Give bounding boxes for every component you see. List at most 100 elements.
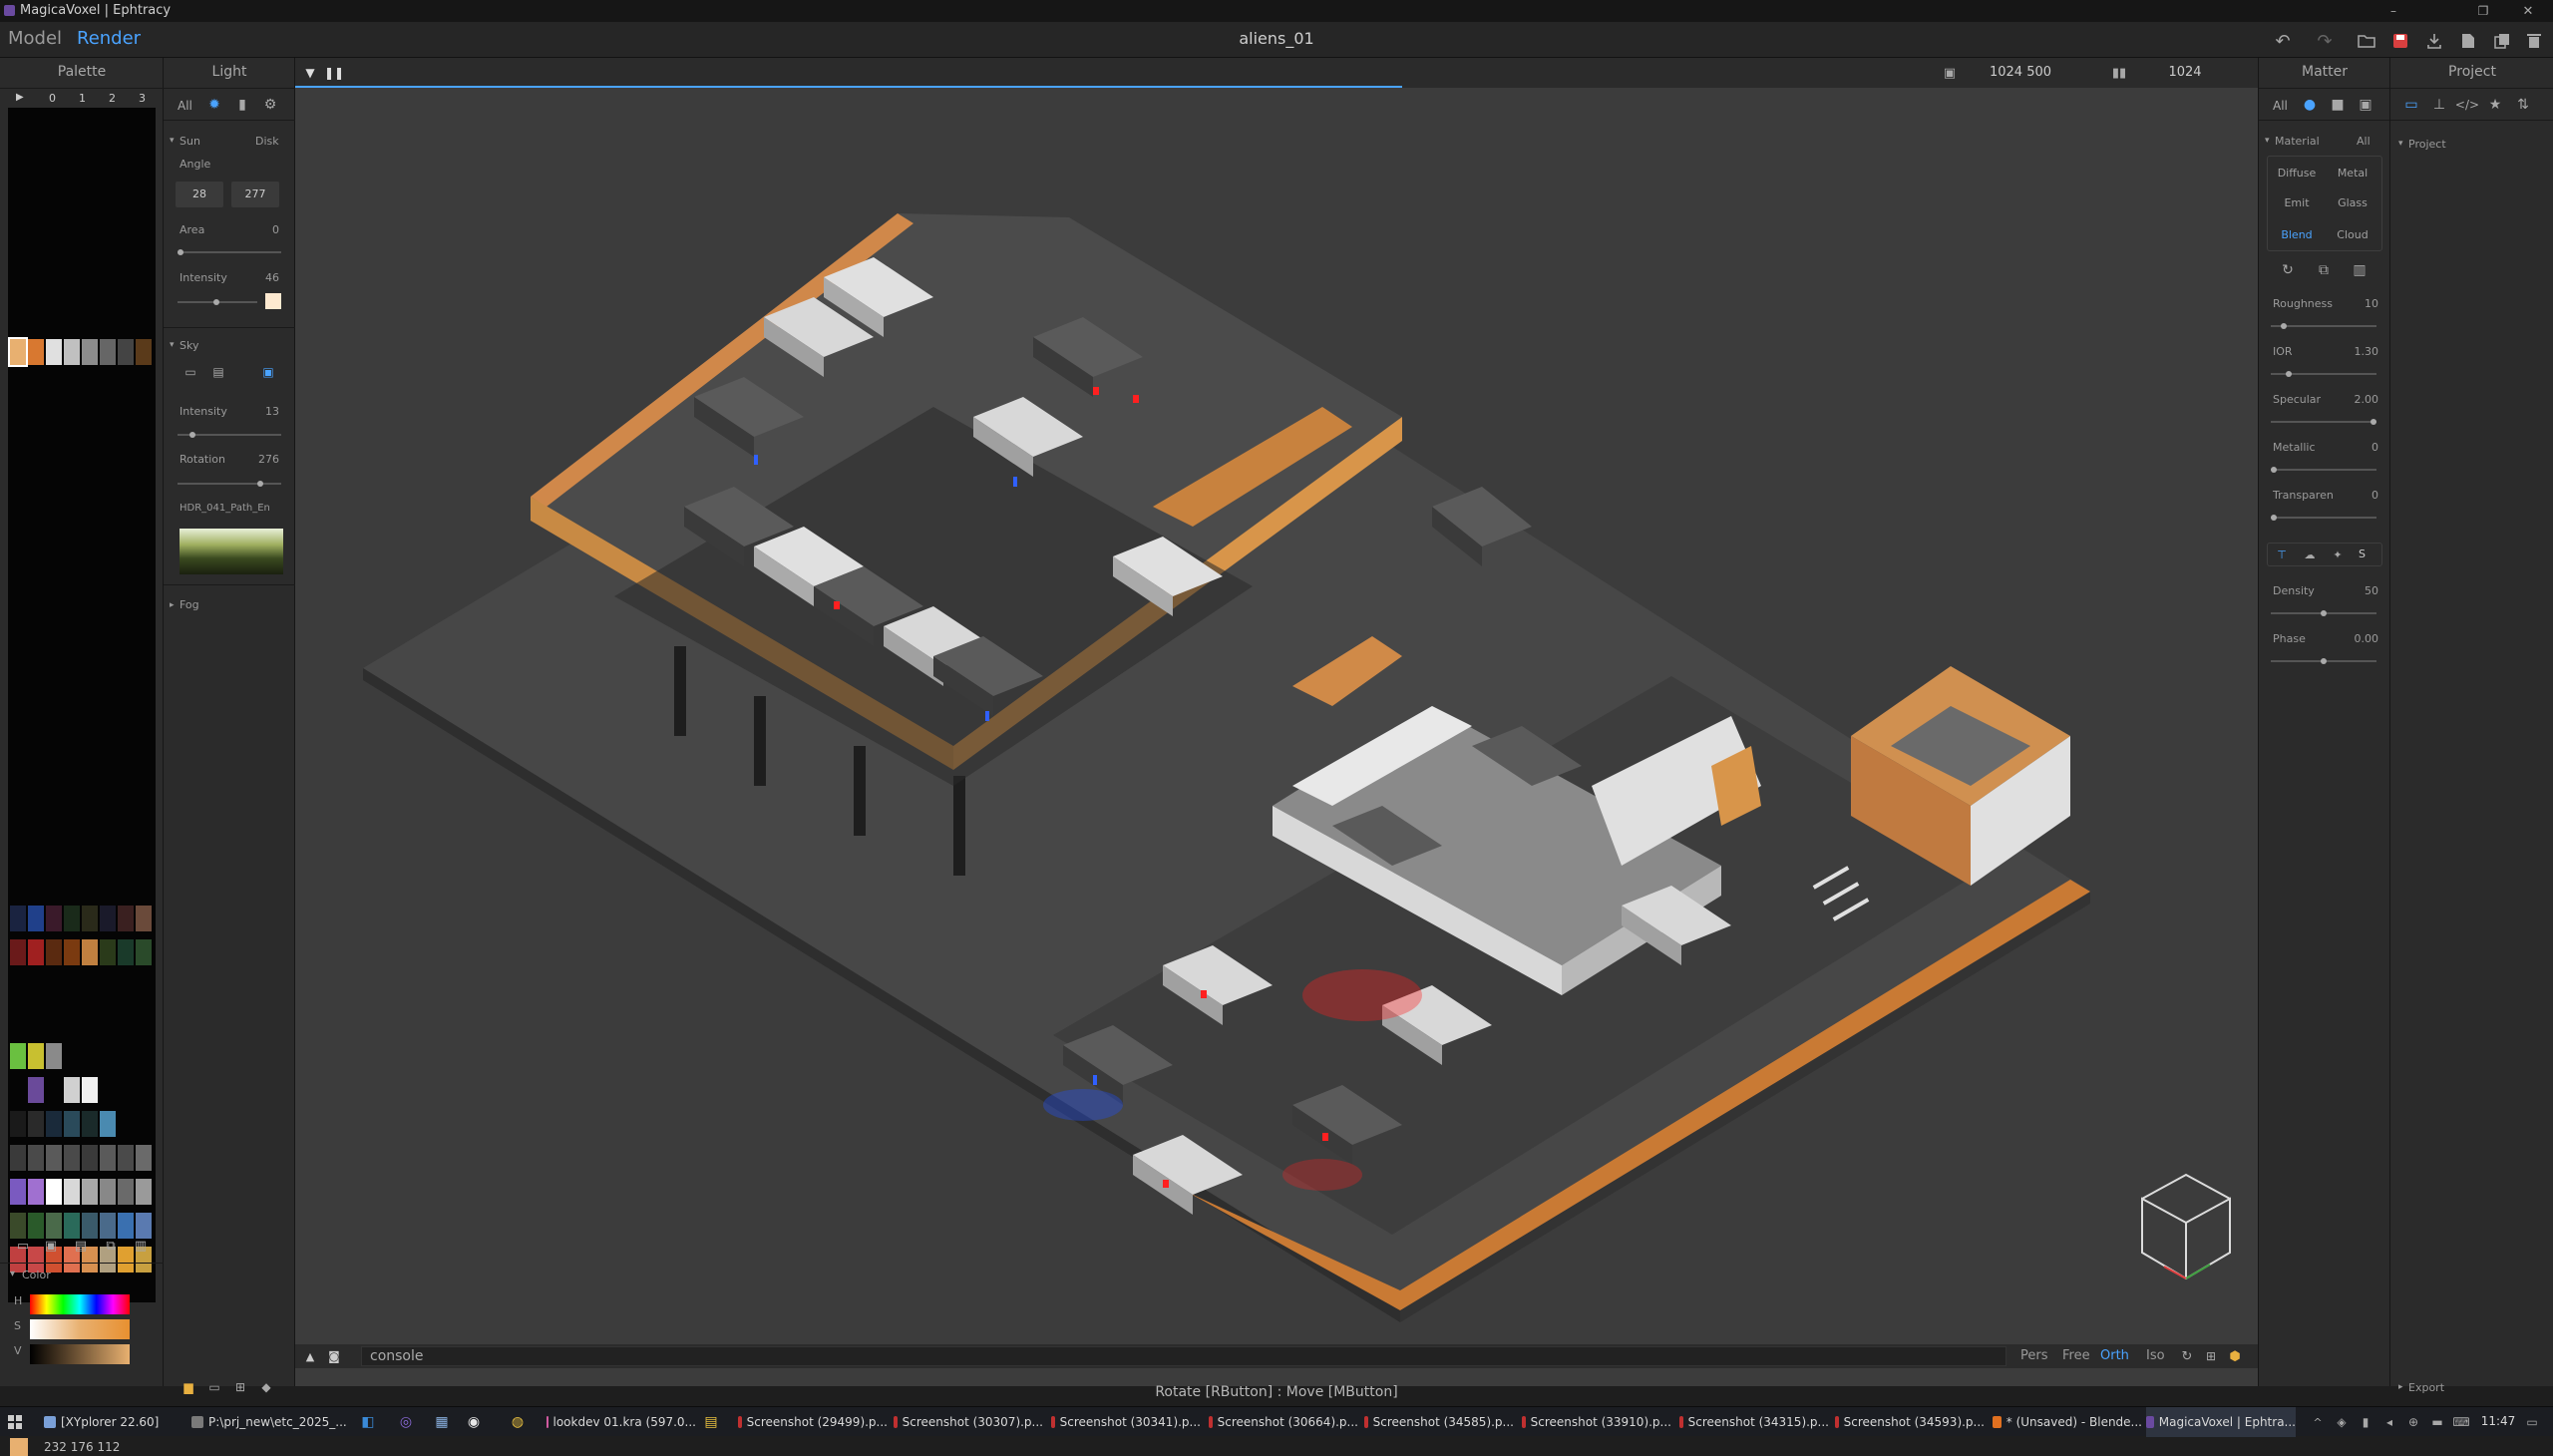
console-expand-icon[interactable]: ▲ <box>301 1347 319 1365</box>
new-scene-icon[interactable]: ▭ <box>205 1378 223 1396</box>
specular-slider[interactable] <box>2271 419 2376 425</box>
rotation-value[interactable]: 276 <box>243 453 279 466</box>
rotation-slider[interactable] <box>178 481 281 487</box>
density-slider[interactable] <box>2271 610 2376 616</box>
metallic-value[interactable]: 0 <box>2339 441 2378 454</box>
phase-slider[interactable] <box>2271 658 2376 664</box>
shading-icon[interactable]: ⬢ <box>2226 1347 2244 1365</box>
render-menu-icon[interactable]: ▼ <box>301 64 319 82</box>
gear-icon[interactable]: ⚙ <box>261 96 279 114</box>
hdr-thumbnail[interactable] <box>180 529 283 574</box>
battery-icon[interactable]: ▬ <box>2429 1413 2445 1431</box>
taskbar-item[interactable]: Screenshot (34593).p... <box>1835 1407 1985 1437</box>
samples-icon[interactable]: ▮▮ <box>2108 64 2130 82</box>
sun-color-swatch[interactable] <box>265 293 281 309</box>
taskbar-item[interactable]: Screenshot (29499).p... <box>738 1407 888 1437</box>
matter-tab-all[interactable]: All <box>2273 99 2288 113</box>
specular-value[interactable]: 2.00 <box>2339 393 2379 406</box>
volume-icon[interactable]: ◂ <box>2381 1413 2397 1431</box>
new-palette-icon[interactable]: ▤ <box>72 1237 90 1255</box>
transparency-value[interactable]: 0 <box>2339 489 2378 502</box>
roughness-value[interactable]: 10 <box>2339 297 2378 310</box>
media-sss-button[interactable]: S <box>2359 547 2366 560</box>
copy-icon[interactable] <box>2491 30 2513 52</box>
image-tab-icon[interactable]: ▣ <box>2357 96 2374 114</box>
taskbar-item[interactable]: Screenshot (30341).p... <box>1051 1407 1201 1437</box>
paste-material-icon[interactable]: ▥ <box>2351 261 2369 279</box>
taskbar-item[interactable]: [XYplorer 22.60] <box>44 1407 174 1437</box>
taskbar-item[interactable]: * (Unsaved) - Blende... <box>1993 1407 2142 1437</box>
diamond-icon[interactable]: ◆ <box>257 1378 275 1396</box>
sort-icon[interactable]: ⇅ <box>2514 96 2532 114</box>
close-icon[interactable]: ✕ <box>2513 0 2543 22</box>
reset-camera-icon[interactable]: ↻ <box>2178 1347 2196 1365</box>
hierarchy-icon[interactable]: ⊥ <box>2430 96 2448 114</box>
phase-value[interactable]: 0.00 <box>2339 632 2379 645</box>
fog-toggle[interactable]: ▸ <box>170 600 175 610</box>
tray-icon-2[interactable]: ▮ <box>2358 1413 2373 1431</box>
grid-icon[interactable]: ⊞ <box>2202 1347 2220 1365</box>
ior-value[interactable]: 1.30 <box>2339 345 2379 358</box>
area-slider[interactable] <box>178 249 281 255</box>
area-value[interactable]: 0 <box>243 223 279 236</box>
screenshot-icon[interactable]: ◙ <box>325 1347 343 1365</box>
open-palette-icon[interactable]: ▭ <box>14 1237 32 1255</box>
star-icon[interactable]: ★ <box>2486 96 2504 114</box>
sky-hdr-icon[interactable]: ▣ <box>255 363 281 381</box>
media-scatter-icon[interactable]: ✦ <box>2329 546 2347 563</box>
open-folder-icon[interactable] <box>2356 30 2377 52</box>
render-scene[interactable] <box>295 88 2258 1338</box>
vscode-icon[interactable]: ◧ <box>359 1413 377 1431</box>
notification-icon[interactable]: ▭ <box>2523 1413 2541 1431</box>
density-value[interactable]: 50 <box>2339 584 2378 597</box>
sun-mode[interactable]: Disk <box>255 135 279 148</box>
sun-toggle[interactable]: ▾ <box>170 136 175 146</box>
app-icon-5[interactable]: ▤ <box>702 1413 720 1431</box>
layout-icon[interactable]: ⊞ <box>231 1378 249 1396</box>
material-glass[interactable]: Glass <box>2325 187 2380 217</box>
sun-tab-icon[interactable]: ✹ <box>205 96 223 114</box>
save-icon[interactable] <box>2389 30 2411 52</box>
camera-orth[interactable]: Orth <box>2100 1348 2129 1363</box>
media-cloud-icon[interactable]: ☁ <box>2301 546 2319 563</box>
copy-palette-icon[interactable]: ⧉ <box>102 1237 120 1255</box>
pause-icon[interactable]: ❚❚ <box>324 64 344 82</box>
color-section-toggle[interactable]: ▾ <box>10 1269 15 1279</box>
palette-play-icon[interactable]: ▶ <box>16 92 24 103</box>
samples-value[interactable]: 1024 <box>2140 65 2230 80</box>
transparency-slider[interactable] <box>2271 515 2376 521</box>
palette-page-2[interactable]: 2 <box>109 92 116 105</box>
material-cloud[interactable]: Cloud <box>2325 219 2380 249</box>
material-diffuse[interactable]: Diffuse <box>2269 158 2325 187</box>
app-icon-3[interactable]: ▦ <box>433 1413 451 1431</box>
sky-intensity-slider[interactable] <box>178 432 281 438</box>
delete-icon[interactable] <box>2523 30 2545 52</box>
roughness-slider[interactable] <box>2271 323 2376 329</box>
save-palette-icon[interactable]: ▣ <box>42 1237 60 1255</box>
palette-page-0[interactable]: 0 <box>49 92 56 105</box>
image-size-icon[interactable]: ▣ <box>1939 64 1961 82</box>
model-mode-button[interactable]: Model <box>8 28 62 49</box>
windows-start-icon[interactable] <box>6 1413 24 1431</box>
new-file-icon[interactable] <box>2457 30 2479 52</box>
console-input[interactable]: console <box>361 1346 2006 1366</box>
taskbar-item[interactable]: Screenshot (34315).p... <box>1679 1407 1829 1437</box>
ior-slider[interactable] <box>2271 371 2376 377</box>
sky-toggle[interactable]: ▾ <box>170 340 175 350</box>
palette-page-1[interactable]: 1 <box>79 92 86 105</box>
current-color-swatch[interactable] <box>10 1438 28 1456</box>
material-emit[interactable]: Emit <box>2269 187 2325 217</box>
app-icon-2[interactable]: ◎ <box>397 1413 415 1431</box>
material-blend[interactable]: Blend <box>2269 219 2325 249</box>
resolution-value[interactable]: 1024 500 <box>1971 65 2070 80</box>
taskbar-item[interactable]: Screenshot (30664).p... <box>1209 1407 1358 1437</box>
render-mode-button[interactable]: Render <box>77 28 141 49</box>
sky-gradient-icon[interactable]: ▤ <box>205 363 231 381</box>
tray-chevron-icon[interactable]: ^ <box>2310 1413 2326 1431</box>
histogram-tab-icon[interactable]: ▮ <box>233 96 251 114</box>
palette-page-3[interactable]: 3 <box>139 92 146 105</box>
taskbar-item[interactable]: P:\prj_new\etc_2025_... <box>191 1407 351 1437</box>
app-icon-4[interactable]: ◉ <box>465 1413 483 1431</box>
reset-material-icon[interactable]: ↻ <box>2279 261 2297 279</box>
delete-palette-icon[interactable]: ▥ <box>132 1237 150 1255</box>
